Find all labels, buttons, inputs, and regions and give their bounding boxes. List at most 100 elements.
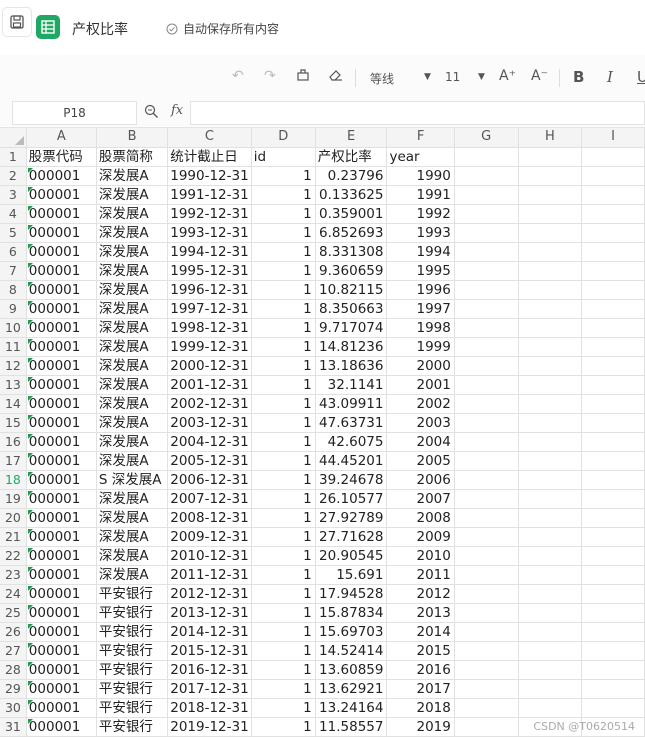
- cell-a10[interactable]: 000001: [26, 318, 97, 338]
- cell-g12[interactable]: [454, 356, 519, 376]
- cell-f26[interactable]: 2014: [386, 622, 455, 642]
- cell-g1[interactable]: [454, 147, 519, 167]
- cell-b16[interactable]: 深发展A: [96, 432, 169, 452]
- cell-a2[interactable]: 000001: [26, 166, 97, 186]
- cell-a9[interactable]: 000001: [26, 299, 97, 319]
- cell-a8[interactable]: 000001: [26, 280, 97, 300]
- cell-c29[interactable]: 2017-12-31: [167, 679, 252, 699]
- cell-f30[interactable]: 2018: [386, 698, 455, 718]
- cell-d26[interactable]: 1: [251, 622, 316, 642]
- cell-f14[interactable]: 2002: [386, 394, 455, 414]
- cell-d10[interactable]: 1: [251, 318, 316, 338]
- cell-g15[interactable]: [454, 413, 519, 433]
- cell-b18[interactable]: S 深发展A: [96, 470, 169, 490]
- cell-i4[interactable]: [581, 204, 645, 224]
- cell-g2[interactable]: [454, 166, 519, 186]
- cell-c5[interactable]: 1993-12-31: [167, 223, 252, 243]
- cell-e3[interactable]: 0.133625: [315, 185, 388, 205]
- column-header-b[interactable]: B: [96, 128, 169, 148]
- cell-e30[interactable]: 13.24164: [315, 698, 388, 718]
- cell-i28[interactable]: [581, 660, 645, 680]
- cell-d20[interactable]: 1: [251, 508, 316, 528]
- column-header-c[interactable]: C: [167, 128, 252, 148]
- cell-d14[interactable]: 1: [251, 394, 316, 414]
- cell-b29[interactable]: 平安银行: [96, 679, 169, 699]
- cell-b20[interactable]: 深发展A: [96, 508, 169, 528]
- cell-b27[interactable]: 平安银行: [96, 641, 169, 661]
- cell-e20[interactable]: 27.92789: [315, 508, 388, 528]
- cell-g30[interactable]: [454, 698, 519, 718]
- cell-a14[interactable]: 000001: [26, 394, 97, 414]
- row-header[interactable]: 11: [0, 337, 27, 357]
- cell-e12[interactable]: 13.18636: [315, 356, 388, 376]
- cell-b21[interactable]: 深发展A: [96, 527, 169, 547]
- cell-h23[interactable]: [518, 565, 583, 585]
- cell-b24[interactable]: 平安银行: [96, 584, 169, 604]
- column-header-f[interactable]: F: [386, 128, 455, 148]
- cell-c9[interactable]: 1997-12-31: [167, 299, 252, 319]
- name-box[interactable]: P18: [12, 101, 137, 125]
- row-header[interactable]: 9: [0, 299, 27, 319]
- cell-a11[interactable]: 000001: [26, 337, 97, 357]
- row-header[interactable]: 31: [0, 717, 27, 737]
- cell-d30[interactable]: 1: [251, 698, 316, 718]
- cell-g19[interactable]: [454, 489, 519, 509]
- cell-c17[interactable]: 2005-12-31: [167, 451, 252, 471]
- cell-a24[interactable]: 000001: [26, 584, 97, 604]
- cell-c2[interactable]: 1990-12-31: [167, 166, 252, 186]
- cell-h10[interactable]: [518, 318, 583, 338]
- cell-f4[interactable]: 1992: [386, 204, 455, 224]
- cell-b1[interactable]: 股票简称: [96, 147, 169, 167]
- cell-f31[interactable]: 2019: [386, 717, 455, 737]
- cell-h15[interactable]: [518, 413, 583, 433]
- cell-e29[interactable]: 13.62921: [315, 679, 388, 699]
- cell-e11[interactable]: 14.81236: [315, 337, 388, 357]
- cell-e23[interactable]: 15.691: [315, 565, 388, 585]
- cell-g28[interactable]: [454, 660, 519, 680]
- row-header[interactable]: 1: [0, 147, 27, 167]
- cell-f2[interactable]: 1990: [386, 166, 455, 186]
- cell-b2[interactable]: 深发展A: [96, 166, 169, 186]
- cell-a19[interactable]: 000001: [26, 489, 97, 509]
- cell-a6[interactable]: 000001: [26, 242, 97, 262]
- cell-c4[interactable]: 1992-12-31: [167, 204, 252, 224]
- font-name-select[interactable]: 等线: [370, 70, 394, 87]
- cell-h7[interactable]: [518, 261, 583, 281]
- cell-i12[interactable]: [581, 356, 645, 376]
- cell-c19[interactable]: 2007-12-31: [167, 489, 252, 509]
- row-header[interactable]: 21: [0, 527, 27, 547]
- cell-f27[interactable]: 2015: [386, 641, 455, 661]
- formula-input[interactable]: [190, 101, 645, 125]
- cell-d25[interactable]: 1: [251, 603, 316, 623]
- cell-f13[interactable]: 2001: [386, 375, 455, 395]
- cell-b31[interactable]: 平安银行: [96, 717, 169, 737]
- cell-h8[interactable]: [518, 280, 583, 300]
- fx-icon[interactable]: fx: [171, 103, 183, 118]
- row-header[interactable]: 3: [0, 185, 27, 205]
- cell-g24[interactable]: [454, 584, 519, 604]
- cell-h21[interactable]: [518, 527, 583, 547]
- cell-b5[interactable]: 深发展A: [96, 223, 169, 243]
- cell-e1[interactable]: 产权比率: [315, 147, 388, 167]
- cell-d21[interactable]: 1: [251, 527, 316, 547]
- row-header[interactable]: 13: [0, 375, 27, 395]
- cell-h20[interactable]: [518, 508, 583, 528]
- cell-h27[interactable]: [518, 641, 583, 661]
- cell-b3[interactable]: 深发展A: [96, 185, 169, 205]
- cell-f15[interactable]: 2003: [386, 413, 455, 433]
- cell-c21[interactable]: 2009-12-31: [167, 527, 252, 547]
- cell-b22[interactable]: 深发展A: [96, 546, 169, 566]
- cell-b26[interactable]: 平安银行: [96, 622, 169, 642]
- cell-h17[interactable]: [518, 451, 583, 471]
- row-header[interactable]: 18: [0, 470, 27, 490]
- row-header[interactable]: 17: [0, 451, 27, 471]
- cell-a25[interactable]: 000001: [26, 603, 97, 623]
- cell-e2[interactable]: 0.23796: [315, 166, 388, 186]
- cell-h2[interactable]: [518, 166, 583, 186]
- cell-f3[interactable]: 1991: [386, 185, 455, 205]
- cell-h12[interactable]: [518, 356, 583, 376]
- cell-c25[interactable]: 2013-12-31: [167, 603, 252, 623]
- cell-a16[interactable]: 000001: [26, 432, 97, 452]
- cell-g27[interactable]: [454, 641, 519, 661]
- cell-i11[interactable]: [581, 337, 645, 357]
